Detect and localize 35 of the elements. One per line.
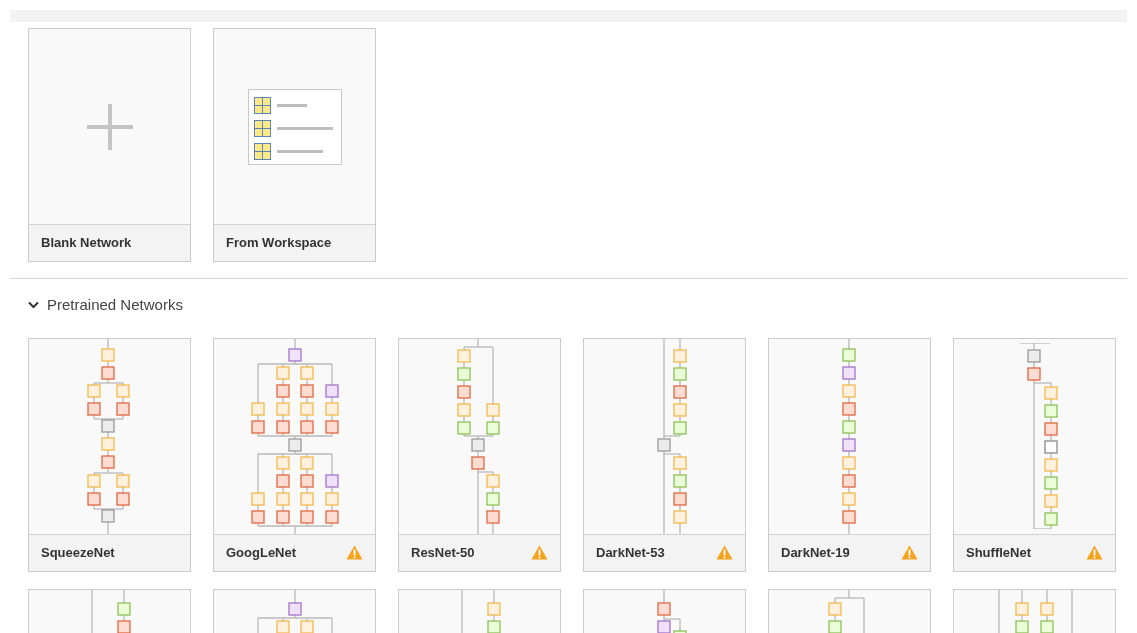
network-card[interactable]: GoogLeNet [213,337,376,572]
network-card[interactable] [213,588,376,633]
network-card[interactable]: SqueezeNet [28,337,191,572]
warning-icon [531,545,548,560]
network-diagram [461,589,501,633]
network-card[interactable]: ShuffleNet [953,337,1116,572]
network-card[interactable] [953,588,1116,633]
network-diagram [657,589,687,633]
warning-icon [1086,545,1103,560]
network-name: ResNet-50 [411,543,475,562]
plus-icon [86,103,133,150]
warning-icon [716,545,733,560]
network-card[interactable] [583,588,746,633]
network-card[interactable] [768,588,931,633]
network-diagram [828,589,865,633]
variable-list-icon [247,88,342,165]
warning-icon [346,545,363,560]
network-card[interactable]: DarkNet-19 [768,337,931,572]
network-card[interactable]: ResNet-50 [398,337,561,572]
card-label: Blank Network [41,234,132,253]
network-card[interactable] [398,588,561,633]
card-label: From Workspace [226,234,332,253]
network-name: GoogLeNet [226,543,297,562]
chevron-icon [28,301,39,310]
network-name: DarkNet-53 [596,543,665,562]
section-header[interactable]: Pretrained Networks [28,294,183,317]
network-card[interactable] [28,588,191,633]
network-card[interactable]: Blank Network [28,28,191,262]
warning-icon [901,545,918,560]
network-name: DarkNet-19 [781,543,850,562]
network-name: SqueezeNet [41,543,115,562]
network-card[interactable]: From Workspace [213,28,376,262]
network-card[interactable]: DarkNet-53 [583,337,746,572]
network-diagram [91,589,131,633]
network-name: ShuffleNet [966,543,1031,562]
